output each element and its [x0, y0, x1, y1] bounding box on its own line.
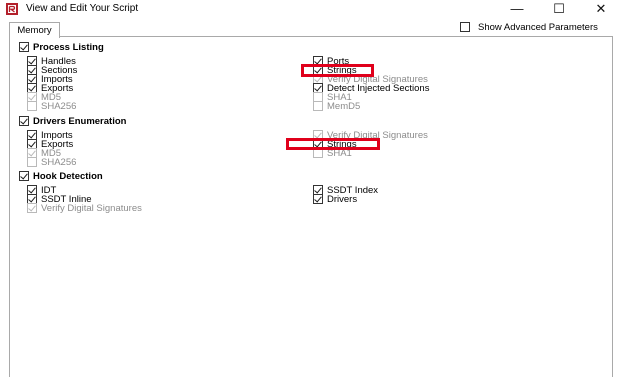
- drivers-enumeration-label: Drivers Enumeration: [33, 116, 127, 127]
- process-memd5-label: MemD5: [327, 101, 361, 112]
- title-bar: View and Edit Your Script — ☐ ✕: [0, 0, 624, 18]
- checkbox-box: [27, 203, 37, 213]
- strings-highlight-box: [301, 64, 374, 77]
- minimize-button[interactable]: —: [497, 0, 537, 18]
- app-icon: [6, 3, 18, 15]
- tab-memory[interactable]: Memory: [9, 22, 60, 38]
- hook-detection-label: Hook Detection: [33, 171, 103, 182]
- process-sha256-label: SHA256: [41, 101, 77, 112]
- strings-highlight-box: [286, 138, 380, 150]
- drivers-sha256-label: SHA256: [41, 157, 77, 168]
- process-listing-label: Process Listing: [33, 42, 104, 53]
- checkbox-box: [27, 101, 37, 111]
- close-button[interactable]: ✕: [581, 0, 621, 18]
- checkbox-box[interactable]: [19, 116, 29, 126]
- hook-drivers-label: Drivers: [327, 194, 358, 205]
- checkbox-box[interactable]: [460, 22, 470, 32]
- window-title: View and Edit Your Script: [26, 3, 139, 14]
- hook-verify-signatures-label: Verify Digital Signatures: [41, 203, 142, 214]
- maximize-button[interactable]: ☐: [539, 0, 579, 18]
- checkbox-box: [313, 101, 323, 111]
- checkbox-box[interactable]: [19, 171, 29, 181]
- checkbox-box: [27, 157, 37, 167]
- checkbox-box[interactable]: [313, 194, 323, 204]
- show-advanced-parameters-label: Show Advanced Parameters: [478, 22, 598, 33]
- checkbox-box[interactable]: [19, 42, 29, 52]
